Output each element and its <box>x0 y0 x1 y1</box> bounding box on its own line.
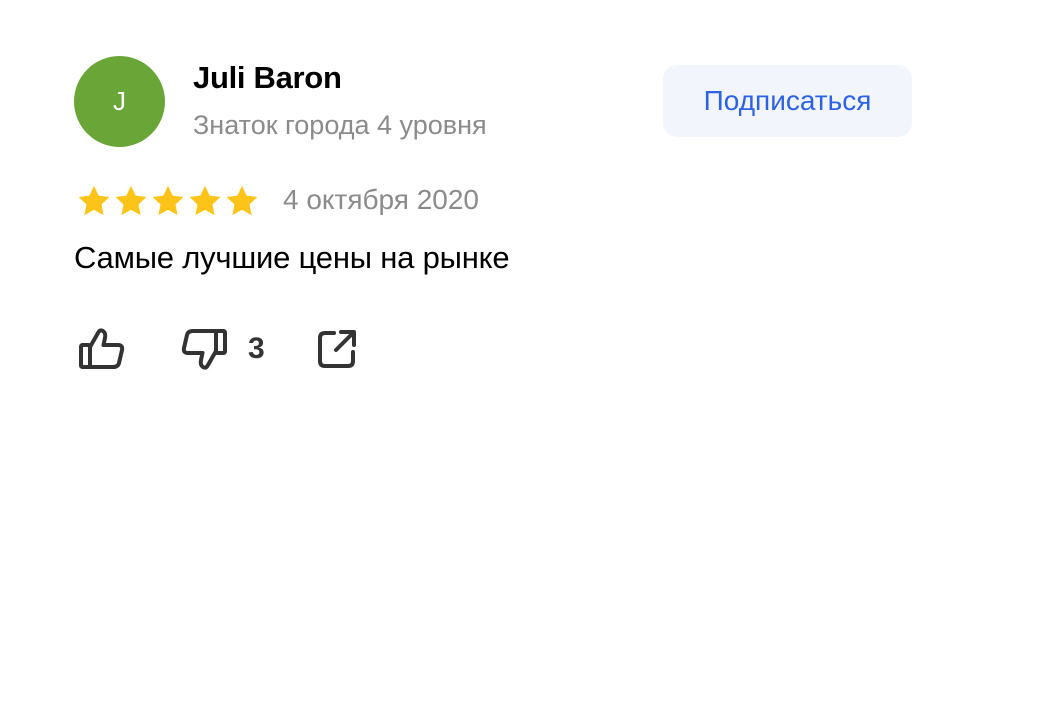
star-icon <box>189 185 221 216</box>
dislike-button[interactable]: 3 <box>180 326 265 372</box>
share-icon <box>318 330 356 368</box>
star-icon <box>78 185 110 216</box>
star-icon <box>115 185 147 216</box>
author-name[interactable]: Juli Baron <box>193 60 342 96</box>
like-button[interactable] <box>78 326 126 372</box>
star-icon <box>152 185 184 216</box>
review-date: 4 октября 2020 <box>283 184 479 215</box>
star-icon <box>226 185 258 216</box>
thumbs-down-icon <box>181 329 227 370</box>
share-button[interactable] <box>316 328 358 370</box>
review-card: J Juli Baron Знаток города 4 уровня Подп… <box>0 0 1050 720</box>
avatar-initial: J <box>113 86 126 116</box>
avatar[interactable]: J <box>74 56 165 147</box>
review-text: Самые лучшие цены на рынке <box>74 240 510 275</box>
author-level: Знаток города 4 уровня <box>193 110 487 140</box>
thumbs-up-icon <box>79 328 125 369</box>
dislike-count: 3 <box>248 332 265 365</box>
subscribe-button[interactable]: Подписаться <box>663 65 912 137</box>
rating-stars <box>76 183 260 219</box>
subscribe-button-label: Подписаться <box>703 85 872 116</box>
